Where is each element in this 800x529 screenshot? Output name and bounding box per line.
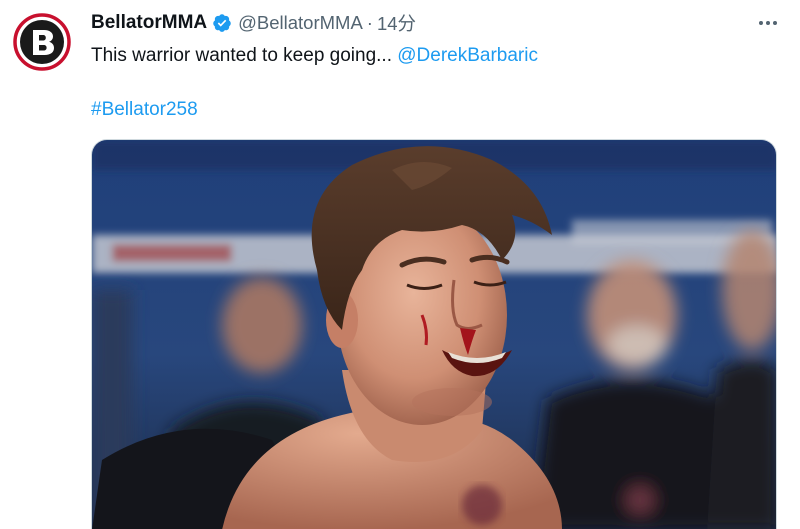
more-dot xyxy=(766,21,770,25)
hashtag-link[interactable]: #Bellator258 xyxy=(91,99,198,120)
tweet-hashtag-line: #Bellator258 xyxy=(91,99,198,121)
bellator-logo-icon[interactable] xyxy=(11,11,73,73)
timestamp[interactable]: 14分 xyxy=(377,10,416,36)
separator-dot: · xyxy=(366,12,373,33)
tweet-header: BellatorMMA @BellatorMMA · 14分 xyxy=(91,10,416,36)
display-name[interactable]: BellatorMMA xyxy=(91,12,207,34)
mention-link[interactable]: @DerekBarbaric xyxy=(397,45,538,66)
handle[interactable]: @BellatorMMA xyxy=(238,12,363,34)
more-dot xyxy=(773,21,777,25)
more-options-icon[interactable] xyxy=(756,13,780,33)
tweet-text: This warrior wanted to keep going... @De… xyxy=(91,45,538,67)
tweet: BellatorMMA @BellatorMMA · 14分 This warr… xyxy=(0,0,800,529)
tweet-text-body: This warrior wanted to keep going... xyxy=(91,45,398,66)
verified-badge-icon xyxy=(212,13,232,33)
fighter-photo[interactable] xyxy=(91,139,777,529)
more-dot xyxy=(759,21,763,25)
